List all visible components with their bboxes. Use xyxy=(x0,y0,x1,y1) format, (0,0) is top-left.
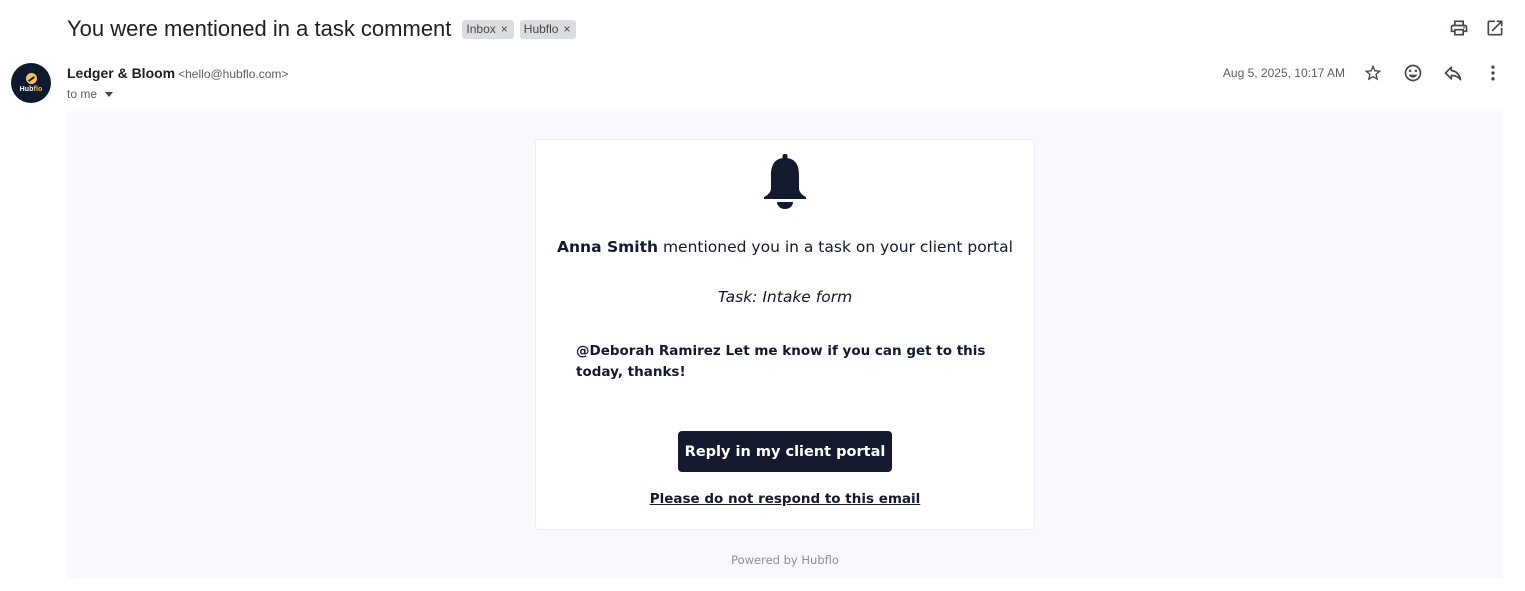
mention-headline: Anna Smith mentioned you in a task on yo… xyxy=(536,238,1034,256)
sender-email: <hello@hubflo.com> xyxy=(178,67,289,81)
reply-icon[interactable] xyxy=(1443,63,1463,83)
open-in-new-window-icon[interactable] xyxy=(1485,18,1505,38)
avatar-brand: Hubflo xyxy=(19,86,43,93)
bell-icon xyxy=(762,154,808,210)
powered-by-footer: Powered by Hubflo xyxy=(731,553,839,567)
mention-author: Anna Smith xyxy=(557,238,659,256)
print-icon[interactable] xyxy=(1449,18,1469,38)
message-date: Aug 5, 2025, 10:17 AM xyxy=(1222,66,1345,80)
sender-avatar[interactable]: Hubflo xyxy=(11,63,51,103)
label-chip-hubflo[interactable]: Hubflo × xyxy=(519,19,577,39)
email-view: You were mentioned in a task comment Inb… xyxy=(0,0,1525,591)
remove-label-icon[interactable]: × xyxy=(563,23,570,35)
remove-label-icon[interactable]: × xyxy=(501,23,508,35)
email-body: Anna Smith mentioned you in a task on yo… xyxy=(67,111,1503,578)
comment-text: @Deborah Ramirez Let me know if you can … xyxy=(576,343,986,380)
label-name: Inbox xyxy=(466,22,496,36)
no-reply-link[interactable]: Please do not respond to this email xyxy=(536,491,1034,507)
sender-name[interactable]: Ledger & Bloom xyxy=(67,65,175,81)
notification-card: Anna Smith mentioned you in a task on yo… xyxy=(535,139,1035,530)
sender-line: Ledger & Bloom <hello@hubflo.com> xyxy=(67,65,288,81)
reply-in-portal-button[interactable]: Reply in my client portal xyxy=(678,431,892,472)
recipient-text: to me xyxy=(67,87,98,101)
mention-text: mentioned you in a task on your client p… xyxy=(658,238,1013,256)
task-name: Task: Intake form xyxy=(717,288,853,306)
emoji-icon[interactable] xyxy=(1403,63,1423,83)
label-chip-inbox[interactable]: Inbox × xyxy=(462,19,514,39)
sender-block: Ledger & Bloom <hello@hubflo.com> to me xyxy=(67,65,288,101)
email-subject: You were mentioned in a task comment xyxy=(67,16,452,41)
brand-logo-icon xyxy=(25,73,37,84)
top-actions xyxy=(1449,18,1505,38)
label-name: Hubflo xyxy=(523,22,559,36)
message-meta: Aug 5, 2025, 10:17 AM xyxy=(1223,62,1503,84)
subject-row: You were mentioned in a task comment Inb… xyxy=(67,14,577,44)
more-vertical-icon[interactable] xyxy=(1483,63,1503,83)
recipient-details-toggle[interactable]: to me xyxy=(67,87,288,101)
chevron-down-icon[interactable] xyxy=(105,92,114,97)
star-icon[interactable] xyxy=(1363,63,1383,83)
